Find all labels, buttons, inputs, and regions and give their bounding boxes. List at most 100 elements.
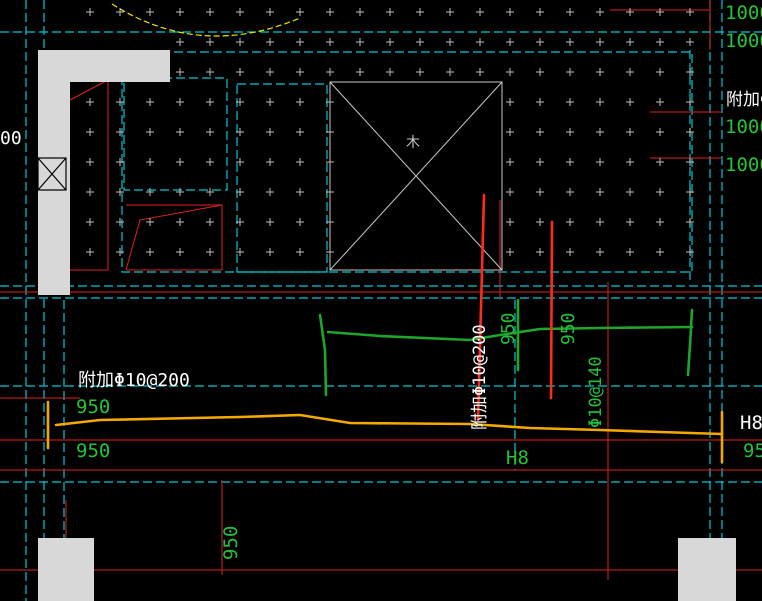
plus-marker-icon bbox=[176, 188, 184, 196]
plus-marker-icon bbox=[686, 68, 694, 76]
plus-marker-icon bbox=[506, 218, 514, 226]
plus-marker-icon bbox=[416, 38, 424, 46]
plus-marker-icon bbox=[536, 188, 544, 196]
plus-marker-icon bbox=[506, 158, 514, 166]
plus-marker-icon bbox=[266, 98, 274, 106]
markup-yellow-rebar bbox=[46, 400, 724, 464]
plus-marker-icon bbox=[566, 8, 574, 16]
plus-marker-icon bbox=[206, 188, 214, 196]
plus-marker-icon bbox=[236, 68, 244, 76]
plus-marker-icon bbox=[86, 128, 94, 136]
plus-marker-icon bbox=[476, 68, 484, 76]
plus-marker-icon bbox=[626, 248, 634, 256]
plus-marker-icon bbox=[566, 218, 574, 226]
rebar-label-right-vertical: Φ10@140 bbox=[586, 356, 606, 428]
plus-marker-icon bbox=[176, 38, 184, 46]
plus-marker-icon bbox=[626, 68, 634, 76]
plus-marker-icon bbox=[86, 188, 94, 196]
plus-marker-icon bbox=[656, 248, 664, 256]
plus-marker-icon bbox=[386, 68, 394, 76]
plus-marker-icon bbox=[206, 8, 214, 16]
plus-marker-icon bbox=[506, 248, 514, 256]
plus-marker-icon bbox=[206, 158, 214, 166]
plus-marker-icon bbox=[326, 8, 334, 16]
plus-marker-icon bbox=[626, 8, 634, 16]
plus-marker-icon bbox=[566, 188, 574, 196]
plus-marker-icon bbox=[146, 128, 154, 136]
cad-drawing-canvas[interactable] bbox=[0, 0, 762, 601]
dim-950-mid-b: 950 bbox=[558, 312, 579, 345]
plus-marker-icon bbox=[296, 128, 304, 136]
plus-marker-icon bbox=[176, 68, 184, 76]
plus-marker-icon bbox=[86, 8, 694, 256]
rebar-label-top-left: 附加Φ10@200 bbox=[78, 370, 190, 391]
plus-marker-icon bbox=[86, 98, 94, 106]
plus-marker-icon bbox=[116, 8, 124, 16]
plus-marker-icon bbox=[686, 248, 694, 256]
plus-marker-icon bbox=[656, 218, 664, 226]
plus-marker-icon bbox=[536, 68, 544, 76]
plus-marker-icon bbox=[596, 188, 604, 196]
structural-lines bbox=[0, 0, 762, 580]
plus-marker-icon bbox=[296, 98, 304, 106]
plus-marker-icon bbox=[596, 128, 604, 136]
plus-marker-icon bbox=[626, 98, 634, 106]
plus-marker-icon bbox=[206, 38, 214, 46]
plus-marker-icon bbox=[446, 68, 454, 76]
plus-marker-icon bbox=[686, 158, 694, 166]
plus-marker-icon bbox=[146, 8, 154, 16]
plus-marker-icon bbox=[566, 248, 574, 256]
plus-marker-icon bbox=[236, 38, 244, 46]
plus-marker-icon bbox=[536, 38, 544, 46]
plus-marker-icon bbox=[476, 8, 484, 16]
plus-marker-icon bbox=[266, 68, 274, 76]
plus-marker-icon bbox=[536, 218, 544, 226]
beam-label-h8-center: H8 bbox=[506, 447, 529, 469]
columns bbox=[38, 50, 736, 601]
plus-marker-icon bbox=[536, 98, 544, 106]
plus-marker-icon bbox=[686, 8, 694, 16]
plus-marker-icon bbox=[596, 98, 604, 106]
plus-marker-icon bbox=[446, 8, 454, 16]
plus-marker-icon bbox=[356, 68, 364, 76]
plus-marker-icon bbox=[566, 98, 574, 106]
plus-marker-icon bbox=[176, 248, 184, 256]
plus-marker-icon bbox=[176, 98, 184, 106]
plus-marker-icon bbox=[686, 38, 694, 46]
plus-marker-icon bbox=[176, 128, 184, 136]
plus-marker-icon bbox=[596, 68, 604, 76]
opening-cross-box bbox=[329, 81, 503, 271]
plus-marker-icon bbox=[206, 68, 214, 76]
dim-950-bottom: 950 bbox=[220, 525, 242, 560]
rebar-label-mid-vertical: 附加Φ10@200 bbox=[470, 324, 490, 430]
plus-marker-icon bbox=[146, 218, 154, 226]
plus-marker-icon bbox=[536, 248, 544, 256]
plus-marker-icon bbox=[536, 158, 544, 166]
plus-marker-icon bbox=[656, 128, 664, 136]
dim-1000-d: 1000 bbox=[725, 154, 762, 176]
plus-marker-icon bbox=[266, 158, 274, 166]
plus-marker-icon bbox=[116, 188, 124, 196]
plus-marker-icon bbox=[296, 158, 304, 166]
plus-marker-icon bbox=[326, 68, 334, 76]
dim-95-right: 95 bbox=[743, 440, 762, 462]
plus-marker-icon bbox=[536, 8, 544, 16]
plus-marker-icon bbox=[116, 158, 124, 166]
door-swing-arc bbox=[111, 3, 301, 37]
plus-marker-icon bbox=[266, 248, 274, 256]
plus-marker-icon bbox=[296, 218, 304, 226]
plus-marker-icon bbox=[206, 98, 214, 106]
plus-marker-icon bbox=[386, 8, 394, 16]
plus-marker-icon bbox=[296, 38, 304, 46]
plus-marker-icon bbox=[326, 38, 334, 46]
rebar-label-right-edge: 附加Φ bbox=[726, 90, 762, 110]
plus-marker-icon bbox=[626, 188, 634, 196]
plus-marker-icon bbox=[296, 8, 304, 16]
plus-marker-icon bbox=[626, 158, 634, 166]
plus-marker-icon bbox=[506, 128, 514, 136]
plus-marker-icon bbox=[596, 248, 604, 256]
plus-marker-icon bbox=[566, 68, 574, 76]
plus-marker-icon bbox=[656, 158, 664, 166]
plus-marker-icon bbox=[356, 38, 364, 46]
plus-marker-icon bbox=[686, 218, 694, 226]
